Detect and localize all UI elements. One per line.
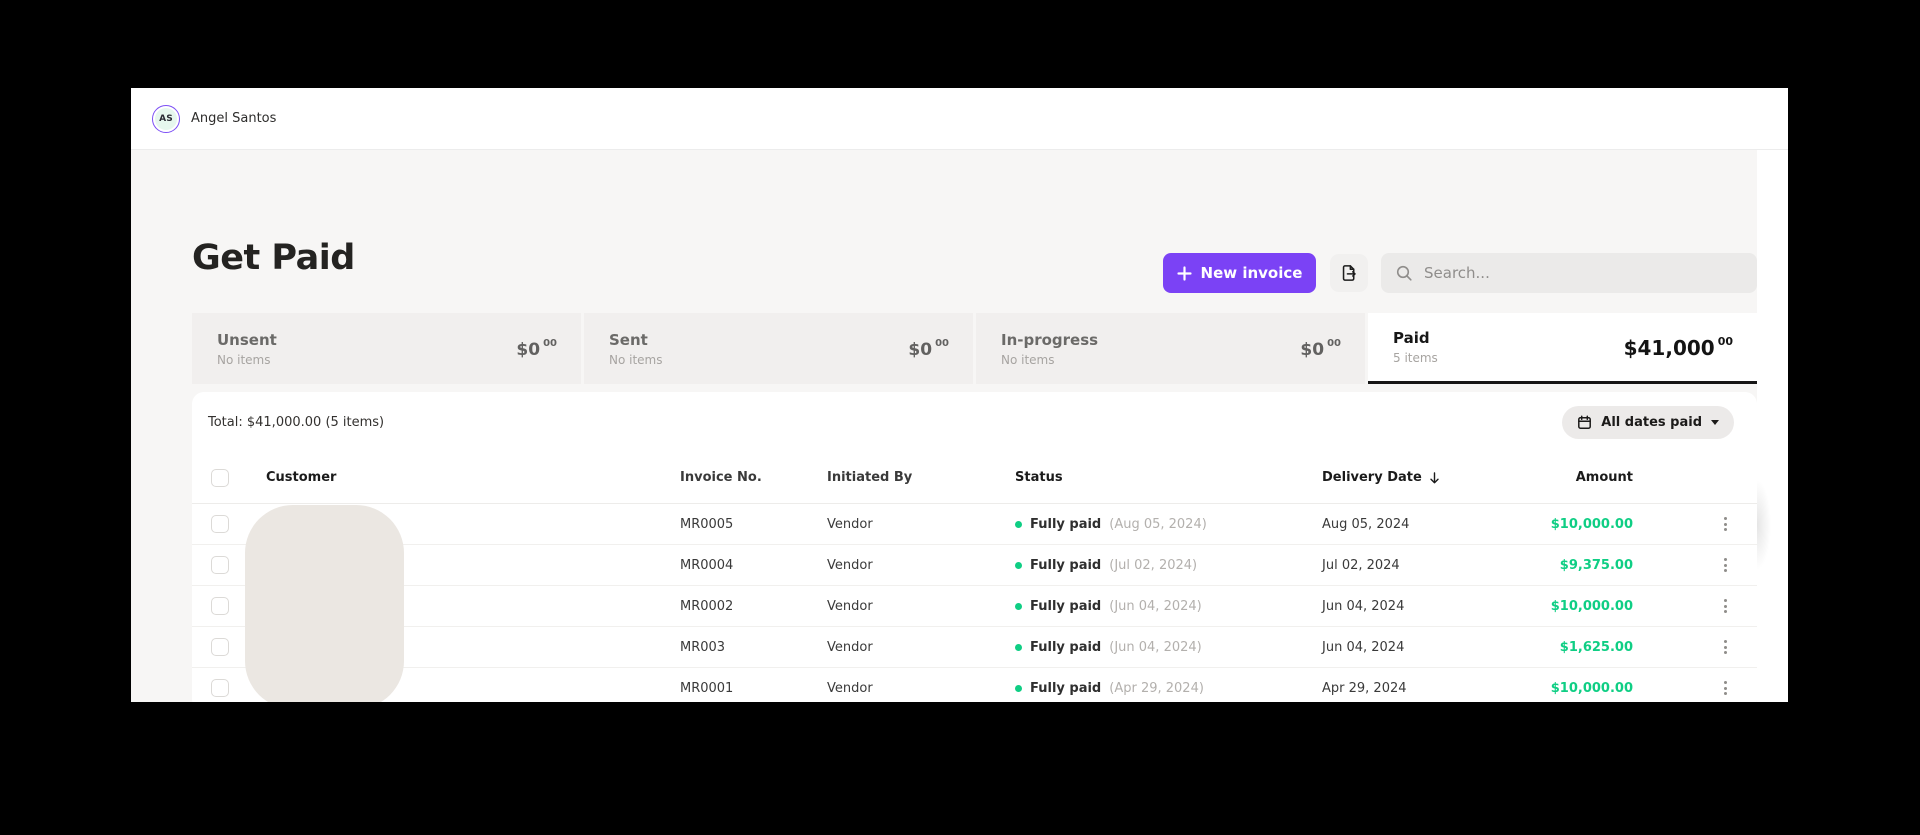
row-actions-kebab-icon[interactable] <box>1720 554 1731 576</box>
tab-item-count: No items <box>1001 352 1055 367</box>
tab-sent[interactable]: Sent No items $0 00 <box>584 313 973 384</box>
amount-cell: $10,000.00 <box>1550 598 1633 614</box>
user-name: Angel Santos <box>191 111 277 126</box>
column-header-status: Status <box>1015 470 1063 485</box>
row-actions-kebab-icon[interactable] <box>1720 677 1731 699</box>
tab-item-count: 5 items <box>1393 351 1438 365</box>
invoice-no-cell: MR003 <box>680 639 726 655</box>
delivery-date-cell: Jul 02, 2024 <box>1322 557 1400 573</box>
delivery-date-cell: Apr 29, 2024 <box>1322 680 1407 696</box>
tab-paid[interactable]: Paid 5 items $41,000 00 <box>1368 313 1757 384</box>
delivery-date-cell: Jun 04, 2024 <box>1322 639 1405 655</box>
tab-amount: $0 00 <box>908 337 949 360</box>
invoice-table-card: Total: $41,000.00 (5 items) All dates pa… <box>192 392 1757 702</box>
status-dot-icon <box>1015 602 1022 610</box>
tab-in-progress[interactable]: In-progress No items $0 00 <box>976 313 1365 384</box>
right-edge-panel <box>1743 150 1788 702</box>
calendar-icon <box>1578 414 1592 429</box>
customer-redaction-blob <box>245 505 404 702</box>
new-invoice-label: New invoice <box>1200 264 1303 282</box>
tab-label: In-progress <box>1001 330 1099 349</box>
column-header-amount: Amount <box>1575 470 1633 485</box>
status-cell: Fully paid (Apr 29, 2024) <box>995 681 1313 696</box>
invoice-no-cell: MR0002 <box>680 598 734 614</box>
initiated-by-cell: Vendor <box>827 680 873 696</box>
tab-label: Paid <box>1393 329 1430 347</box>
table-body: MR0005 Vendor Fully paid (Aug 05, 2024) … <box>192 504 1757 702</box>
status-cell: Fully paid (Aug 05, 2024) <box>995 517 1313 532</box>
row-actions-kebab-icon[interactable] <box>1720 595 1731 617</box>
status-dot-icon <box>1015 520 1022 528</box>
initiated-by-cell: Vendor <box>827 639 873 655</box>
invoice-row[interactable]: MR0002 Vendor Fully paid (Jun 04, 2024) … <box>192 586 1757 627</box>
plus-icon <box>1176 265 1192 281</box>
delivery-date-cell: Jun 04, 2024 <box>1322 598 1405 614</box>
table-header-row: Customer Invoice No. Initiated By Status… <box>192 452 1757 504</box>
top-bar: AS Angel Santos <box>131 88 1788 150</box>
avatar-initials: AS <box>155 107 177 130</box>
status-cell: Fully paid (Jun 04, 2024) <box>995 640 1313 655</box>
tab-item-count: No items <box>609 352 663 367</box>
search-box <box>1381 253 1757 293</box>
initiated-by-cell: Vendor <box>827 516 873 532</box>
row-checkbox[interactable] <box>211 556 229 574</box>
amount-cell: $10,000.00 <box>1550 516 1633 532</box>
file-export-icon <box>1342 265 1356 281</box>
invoice-no-cell: MR0005 <box>680 516 734 532</box>
table-summary-bar: Total: $41,000.00 (5 items) All dates pa… <box>192 392 1757 452</box>
invoice-row[interactable]: MR0001 Vendor Fully paid (Apr 29, 2024) … <box>192 668 1757 702</box>
delivery-date-cell: Aug 05, 2024 <box>1322 516 1410 532</box>
row-checkbox[interactable] <box>211 638 229 656</box>
caret-down-icon <box>1711 419 1719 425</box>
initiated-by-cell: Vendor <box>827 557 873 573</box>
tab-label: Sent <box>609 330 648 349</box>
export-invoices-button[interactable] <box>1330 254 1368 292</box>
status-dot-icon <box>1015 561 1022 569</box>
column-header-customer: Customer <box>266 470 337 485</box>
main-area: Get Paid New invoice Search... Unsent No… <box>131 150 1788 702</box>
tab-amount: $0 00 <box>516 337 557 360</box>
invoice-no-cell: MR0004 <box>680 557 734 573</box>
row-actions-kebab-icon[interactable] <box>1720 513 1731 535</box>
tab-item-count: No items <box>217 352 271 367</box>
invoice-no-cell: MR0001 <box>680 680 734 696</box>
tab-amount: $41,000 00 <box>1623 334 1733 360</box>
column-header-delivery-date[interactable]: Delivery Date <box>1313 470 1503 485</box>
select-all-checkbox[interactable] <box>211 468 229 487</box>
column-header-invoice-no: Invoice No. <box>680 470 762 485</box>
amount-cell: $9,375.00 <box>1559 557 1633 573</box>
status-dot-icon <box>1015 643 1022 651</box>
column-header-initiated-by: Initiated By <box>827 470 913 485</box>
invoice-row[interactable]: MR0005 Vendor Fully paid (Aug 05, 2024) … <box>192 504 1757 545</box>
app-window: AS Angel Santos Get Paid New invoice Sea… <box>131 88 1788 702</box>
invoice-row[interactable]: MR003 Vendor Fully paid (Jun 04, 2024) J… <box>192 627 1757 668</box>
amount-cell: $1,625.00 <box>1559 639 1633 655</box>
total-summary: Total: $41,000.00 (5 items) <box>208 414 385 430</box>
date-filter-dropdown[interactable]: All dates paid <box>1562 405 1734 439</box>
tab-label: Unsent <box>217 330 277 349</box>
invoice-row[interactable]: MR0004 Vendor Fully paid (Jul 02, 2024) … <box>192 545 1757 586</box>
amount-cell: $10,000.00 <box>1550 680 1633 696</box>
row-actions-kebab-icon[interactable] <box>1720 636 1731 658</box>
search-input[interactable] <box>1424 264 1743 282</box>
page-title: Get Paid <box>192 238 355 278</box>
page-background: AS Angel Santos Get Paid New invoice Sea… <box>0 0 1920 835</box>
row-checkbox[interactable] <box>211 679 229 697</box>
status-cell: Fully paid (Jun 04, 2024) <box>995 599 1313 614</box>
initiated-by-cell: Vendor <box>827 598 873 614</box>
row-checkbox[interactable] <box>211 597 229 615</box>
status-tabs: Unsent No items $0 00 Sent No items $0 00 … <box>192 313 1757 384</box>
search-icon <box>1396 265 1412 281</box>
status-cell: Fully paid (Jul 02, 2024) <box>995 558 1313 573</box>
date-filter-label: All dates paid <box>1601 414 1702 430</box>
tab-unsent[interactable]: Unsent No items $0 00 <box>192 313 581 384</box>
tab-amount: $0 00 <box>1300 337 1341 360</box>
row-checkbox[interactable] <box>211 515 229 533</box>
new-invoice-button[interactable]: New invoice <box>1163 253 1316 293</box>
status-dot-icon <box>1015 684 1022 692</box>
avatar[interactable]: AS <box>152 104 180 133</box>
sort-descending-icon <box>1430 471 1439 483</box>
